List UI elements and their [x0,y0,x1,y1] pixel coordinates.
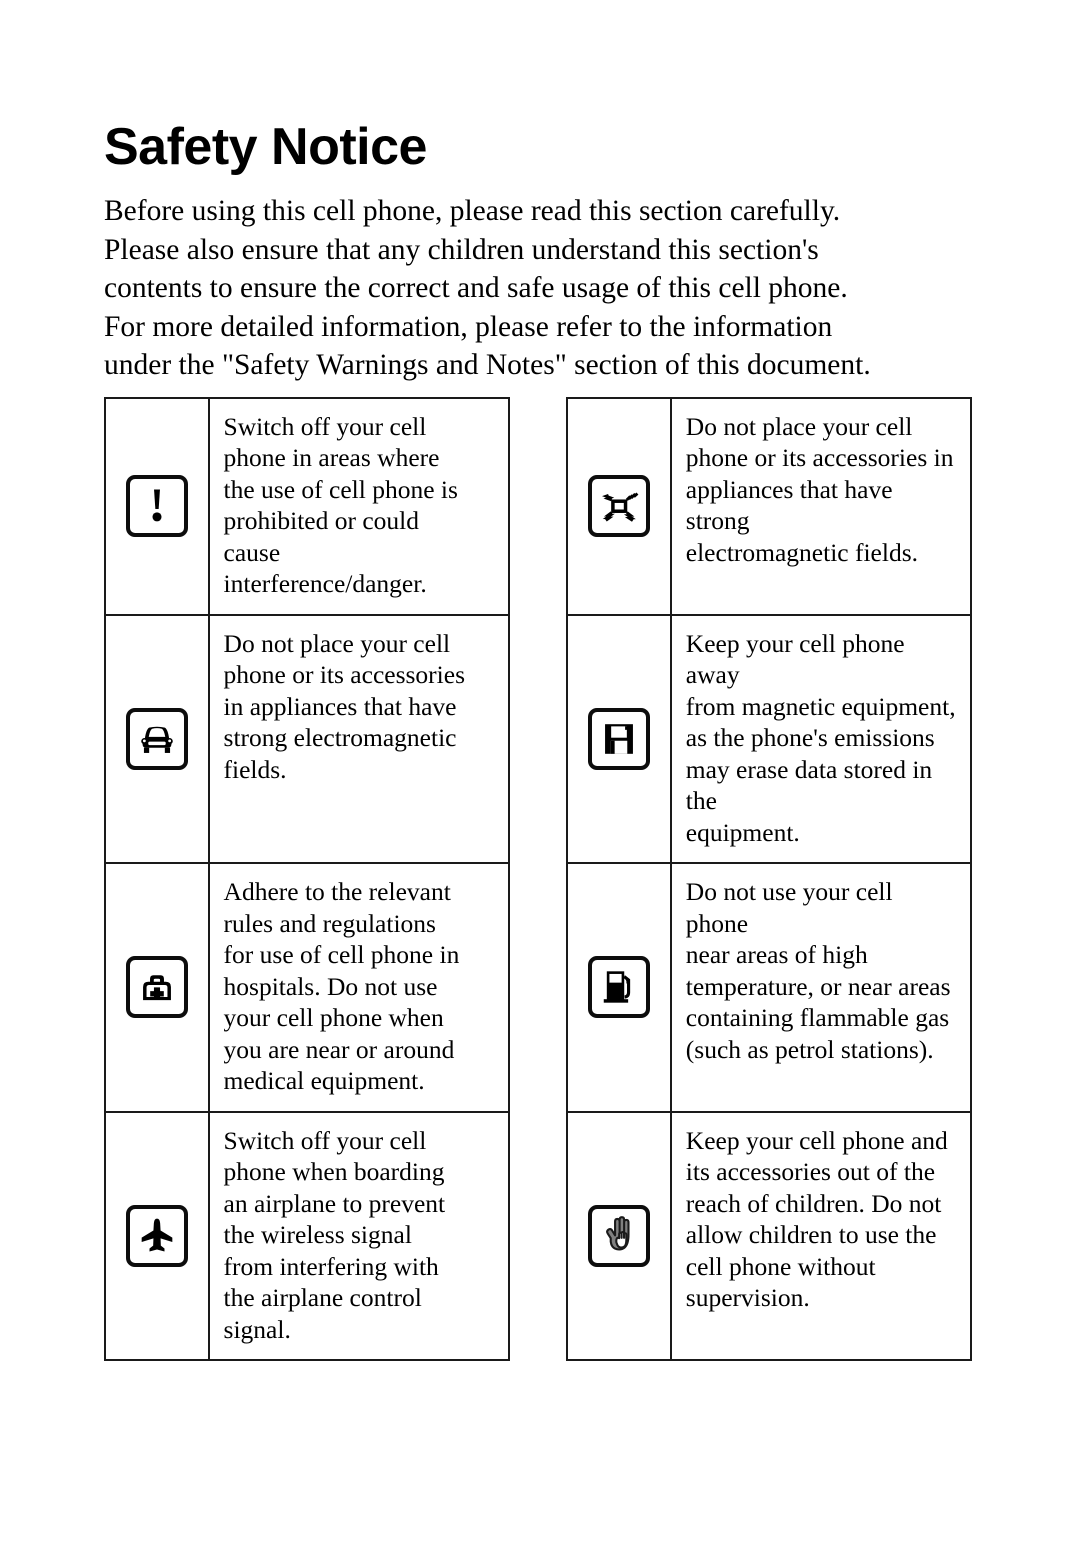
icon-cell-car [104,613,210,864]
safety-guidelines-table: Switch off your cell phone in areas wher… [104,396,973,1362]
fuel-pump-icon [588,956,651,1019]
intro-paragraph: Before using this cell phone, please rea… [104,195,871,381]
icon-cell-fuel-pump [566,862,672,1113]
icon-cell-exclamation [104,396,210,616]
table-row: Switch off your cell phone in areas wher… [104,396,973,1360]
electromagnetic-field-icon [588,475,651,537]
icon-cell-first-aid [104,862,210,1113]
exclamation-mark-icon [125,475,188,537]
guideline-text: Switch off your cell phone in areas wher… [207,396,510,616]
icon-cell-airplane [104,1110,210,1361]
icon-cell-electromagnetic [566,396,672,616]
icon-cell-stop-hand [566,1110,672,1361]
safety-notice-page: Safety Notice Before using this cell pho… [0,0,1080,1564]
stop-hand-icon [588,1204,651,1267]
airplane-icon [125,1204,188,1267]
table-gutter-column [507,397,569,1360]
guideline-text: Do not use your cell phone near areas of… [669,862,973,1113]
icon-cell-floppy-disk [566,613,672,864]
car-icon [125,707,188,770]
guideline-text: Do not place your cell phone or its acce… [207,613,510,864]
guideline-text: Keep your cell phone away from magnetic … [669,613,973,864]
guideline-text: Do not place your cell phone or its acce… [669,396,973,616]
page-title: Safety Notice [104,118,427,176]
first-aid-kit-icon [125,956,188,1019]
guideline-text: Switch off your cell phone when boarding… [207,1110,510,1361]
floppy-disk-icon [588,707,651,770]
guideline-text: Keep your cell phone and its accessories… [669,1110,973,1361]
page-content: Safety Notice Before using this cell pho… [104,118,976,1361]
guideline-text: Adhere to the relevant rules and regulat… [207,862,510,1113]
